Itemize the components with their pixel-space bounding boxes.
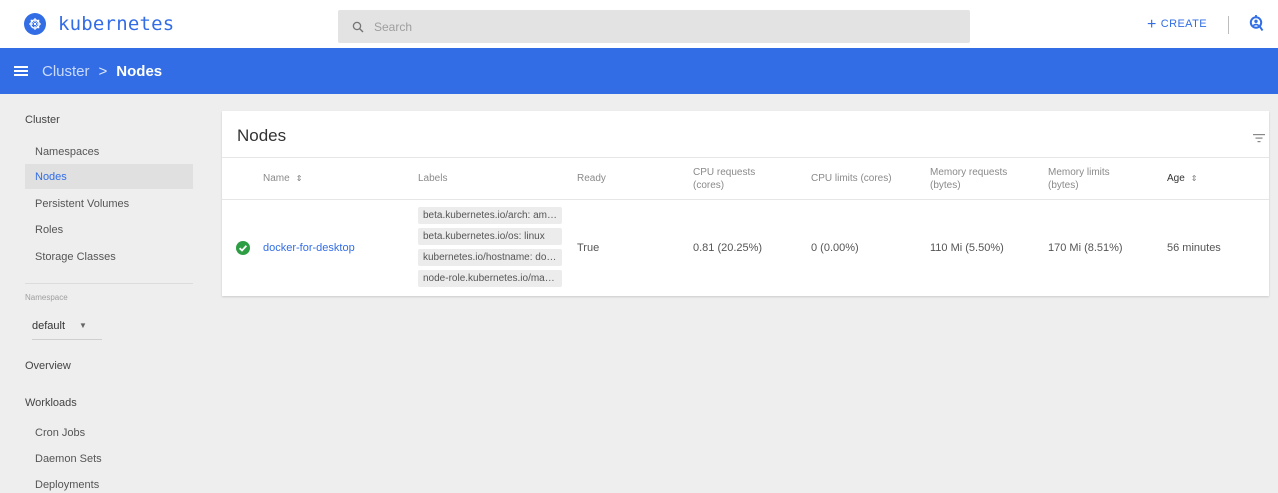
namespace-select[interactable]: default ▼ [32, 312, 102, 340]
sidebar-item-nodes[interactable]: Nodes [25, 164, 193, 189]
column-header-memory-requests: Memory requests (bytes) [930, 166, 1008, 191]
sidebar-heading-cluster[interactable]: Cluster [25, 114, 60, 126]
account-icon[interactable] [1249, 15, 1265, 37]
sidebar-item-storage-classes[interactable]: Storage Classes [25, 244, 193, 269]
node-name-cell: docker-for-desktop [263, 200, 355, 296]
sidebar-heading-overview[interactable]: Overview [25, 360, 71, 372]
sidebar-item-label: Namespaces [35, 145, 100, 158]
label-chip[interactable]: beta.kubernetes.io/arch: amd64 [418, 207, 562, 224]
brand[interactable]: kubernetes [24, 13, 336, 35]
node-ready-cell: True [577, 242, 600, 254]
kubernetes-wheel-icon [24, 13, 46, 35]
node-status-cell [236, 200, 250, 296]
column-header-cpu-limits: CPU limits (cores) [811, 173, 892, 184]
search-bar[interactable] [338, 10, 970, 43]
menu-icon[interactable] [14, 65, 28, 77]
breadcrumb-cluster[interactable]: Cluster [42, 63, 90, 80]
node-memory-limits-cell: 170 Mi (8.51%) [1048, 242, 1123, 254]
sidebar-item-deployments[interactable]: Deployments [25, 472, 193, 493]
column-header-name[interactable]: Name ⇕ [263, 158, 302, 199]
breadcrumb-separator: > [98, 62, 108, 80]
sidebar-item-label: Storage Classes [35, 250, 116, 263]
filter-icon[interactable] [1253, 130, 1265, 148]
node-memory-requests-cell: 110 Mi (5.50%) [930, 242, 1004, 254]
check-circle-icon [236, 241, 250, 255]
sidebar-item-cron-jobs[interactable]: Cron Jobs [25, 420, 193, 445]
table-row: docker-for-desktop beta.kubernetes.io/ar… [222, 200, 1269, 296]
search-icon [352, 21, 364, 32]
toolbar-divider [1228, 16, 1229, 34]
sort-icon[interactable]: ⇕ [1191, 172, 1198, 185]
top-bar: kubernetes + CREATE [0, 0, 1278, 48]
label-chip[interactable]: node-role.kubernetes.io/master [418, 270, 562, 287]
sidebar-item-label: Cron Jobs [35, 426, 86, 439]
sidebar-item-roles[interactable]: Roles [25, 217, 193, 242]
nodes-card: Nodes Name ⇕ Labels Ready CPU requests (… [222, 111, 1269, 296]
sidebar-item-label: Daemon Sets [35, 452, 102, 465]
brand-name: kubernetes [58, 13, 175, 35]
sidebar-heading-workloads[interactable]: Workloads [25, 397, 77, 409]
sidebar-item-label: Nodes [35, 170, 67, 183]
namespace-value: default [32, 319, 66, 332]
sidebar-item-label: Deployments [35, 478, 100, 491]
sidebar-item-label: Persistent Volumes [35, 197, 130, 210]
column-header-age[interactable]: Age ⇕ [1167, 158, 1198, 199]
card-title: Nodes [237, 126, 287, 145]
column-header-cpu-requests: CPU requests (cores) [693, 166, 756, 191]
table-header: Name ⇕ Labels Ready CPU requests (cores)… [222, 157, 1269, 200]
node-cpu-limits-cell: 0 (0.00%) [811, 242, 859, 254]
sidebar-item-label: Roles [35, 223, 64, 236]
sort-icon[interactable]: ⇕ [296, 172, 303, 185]
create-label: CREATE [1160, 18, 1207, 30]
label-chip[interactable]: kubernetes.io/hostname: docker-for-deskt… [418, 249, 562, 266]
node-age-cell: 56 minutes [1167, 242, 1221, 254]
node-name-link[interactable]: docker-for-desktop [263, 242, 355, 254]
node-labels: beta.kubernetes.io/arch: amd64 beta.kube… [418, 207, 566, 291]
node-cpu-requests-cell: 0.81 (20.25%) [693, 242, 763, 254]
namespace-label: Namespace [25, 293, 68, 302]
column-header-labels: Labels [418, 173, 448, 184]
sidebar-item-persistent-volumes[interactable]: Persistent Volumes [25, 191, 193, 216]
sidebar-item-daemon-sets[interactable]: Daemon Sets [25, 446, 193, 471]
plus-icon: + [1147, 15, 1157, 33]
page-title: Nodes [116, 62, 163, 80]
column-header-memory-limits: Memory limits (bytes) [1048, 166, 1110, 191]
column-header-ready: Ready [577, 173, 606, 184]
create-button[interactable]: + CREATE [1147, 15, 1207, 33]
breadcrumb: Cluster > Nodes [42, 63, 162, 80]
label-chip[interactable]: beta.kubernetes.io/os: linux [418, 228, 562, 245]
page-header: Cluster > Nodes [0, 48, 1278, 94]
search-input[interactable] [374, 19, 934, 34]
sidebar: Cluster Namespaces Nodes Persistent Volu… [0, 94, 207, 493]
sidebar-item-namespaces[interactable]: Namespaces [25, 139, 193, 164]
chevron-down-icon: ▼ [79, 321, 87, 330]
sidebar-divider [25, 283, 193, 284]
